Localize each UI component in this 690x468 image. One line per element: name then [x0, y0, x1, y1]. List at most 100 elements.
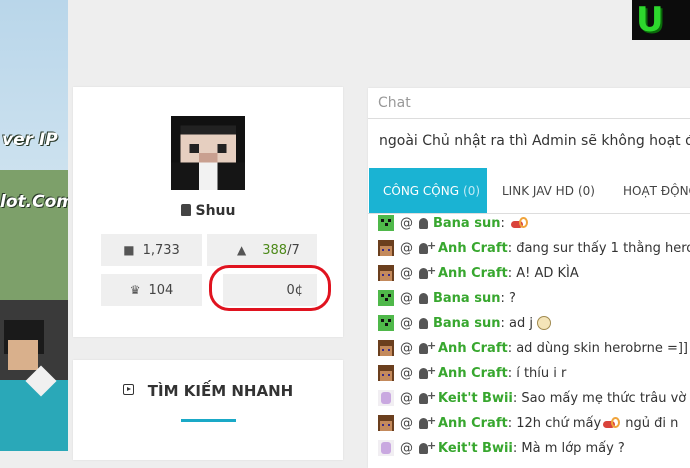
tab-label: CÔNG CỘNG — [383, 183, 460, 198]
likes-total: /7 — [287, 242, 300, 258]
separator: : — [507, 240, 517, 256]
message-text-after: ngủ đi n — [625, 415, 679, 431]
separator: : — [500, 215, 509, 231]
quick-search-title-text: TÌM KIẾM NHANH — [147, 382, 294, 400]
separator: : — [500, 315, 509, 331]
profile-card: Shuu ■ 1,733 ▲ 388/7 ♛ 104 0¢ — [73, 87, 343, 337]
message-author[interactable]: Anh Craft — [438, 266, 508, 281]
mention-icon[interactable]: @ — [400, 441, 413, 456]
likes-value: 388 — [262, 242, 288, 258]
message-author[interactable]: Bana sun — [433, 216, 500, 231]
message-author[interactable]: Anh Craft — [438, 241, 508, 256]
username[interactable]: Shuu — [73, 203, 343, 219]
background-text-domain: lot.Com — [0, 192, 68, 212]
message-avatar[interactable] — [378, 340, 394, 356]
separator: : — [507, 415, 517, 431]
trophy-icon: ♛ — [129, 283, 141, 297]
tab-cong-cong[interactable]: CÔNG CỘNG (0) — [369, 168, 487, 213]
message-text: í thíu i r — [516, 365, 567, 381]
message-avatar[interactable] — [378, 290, 394, 306]
separator: : — [507, 265, 517, 281]
message-author[interactable]: Anh Craft — [438, 366, 508, 381]
red-annotation-circle — [209, 265, 331, 311]
separator: : — [500, 290, 509, 306]
message-text: A! AD KÌA — [516, 265, 579, 281]
title-underline — [181, 419, 236, 422]
user-icon — [419, 292, 428, 304]
messages-count: 1,733 — [142, 242, 180, 258]
chat-input-text: ngoài Chủ nhật ra thì Admin sẽ không hoạ… — [379, 133, 690, 149]
message-avatar[interactable] — [378, 440, 394, 456]
user-plus-icon — [419, 389, 436, 404]
mention-icon[interactable]: @ — [400, 241, 413, 256]
message-avatar[interactable] — [378, 390, 394, 406]
mention-icon[interactable]: @ — [400, 216, 413, 231]
background-image-left: ver IP lot.Com — [0, 0, 68, 451]
mention-icon[interactable]: @ — [400, 341, 413, 356]
message-text: ad j — [509, 315, 533, 331]
message-text: Sao mấy mẹ thức trâu vờ — [521, 390, 687, 406]
message-avatar[interactable] — [378, 265, 394, 281]
mention-icon[interactable]: @ — [400, 266, 413, 281]
tab-count: (0) — [577, 183, 595, 198]
user-icon — [180, 204, 191, 216]
chat-message: @ Anh Craft: í thíu i r — [378, 362, 566, 384]
user-plus-icon — [419, 439, 436, 454]
message-author[interactable]: Bana sun — [433, 316, 500, 331]
stat-trophies[interactable]: ♛ 104 — [101, 274, 202, 306]
user-icon — [419, 217, 428, 229]
chat-card: Chat ngoài Chủ nhật ra thì Admin sẽ khôn… — [368, 88, 690, 468]
play-icon — [122, 384, 134, 395]
message-author[interactable]: Anh Craft — [438, 341, 508, 356]
user-plus-icon — [419, 414, 436, 429]
chat-header-label: Chat — [378, 95, 411, 111]
message-avatar[interactable] — [378, 215, 394, 231]
stat-likes[interactable]: ▲ 388/7 — [207, 234, 317, 266]
message-text: Mà m lớp mấy ? — [521, 440, 625, 456]
stat-messages[interactable]: ■ 1,733 — [101, 234, 202, 266]
logo-text: U — [636, 0, 665, 40]
message-author[interactable]: Keit't Bwii — [438, 391, 513, 406]
message-text: ad dùng skin herobrne =]] — [516, 340, 688, 356]
avatar-image — [171, 116, 245, 190]
tab-hoat-dong[interactable]: HOẠT ĐỘNG — [623, 168, 690, 213]
tab-count: (0) — [463, 183, 481, 198]
user-plus-icon — [419, 339, 436, 354]
chat-input[interactable]: ngoài Chủ nhật ra thì Admin sẽ không hoạ… — [368, 119, 690, 165]
message-avatar[interactable] — [378, 365, 394, 381]
thumbs-up-icon: ▲ — [237, 243, 247, 257]
user-plus-icon — [419, 364, 436, 379]
separator: : — [512, 390, 522, 406]
cake-emoji-icon — [603, 416, 621, 430]
chat-message: @ Keit't Bwii: Sao mấy mẹ thức trâu vờ — [378, 387, 686, 409]
chat-message: @ Anh Craft: 12h chứ mấy ngủ đi n — [378, 412, 678, 434]
mention-icon[interactable]: @ — [400, 291, 413, 306]
message-avatar[interactable] — [378, 415, 394, 431]
tab-label: HOẠT ĐỘNG — [623, 183, 690, 198]
mention-icon[interactable]: @ — [400, 316, 413, 331]
background-text-server-ip: ver IP — [2, 130, 58, 150]
message-author[interactable]: Keit't Bwii — [438, 441, 513, 456]
message-avatar[interactable] — [378, 240, 394, 256]
chat-message: @ Anh Craft: ad dùng skin herobrne =]] — [378, 337, 688, 359]
message-text: đang sur thấy 1 thằng hero — [516, 240, 690, 256]
cake-emoji-icon — [511, 216, 529, 230]
chat-tabs: CÔNG CỘNG(0) LINK JAV HD(0) HOẠT ĐỘNG — [368, 168, 690, 214]
trophy-count: 104 — [148, 282, 174, 298]
chat-message: @ Bana sun: ? — [378, 287, 516, 309]
mention-icon[interactable]: @ — [400, 366, 413, 381]
separator: : — [512, 440, 522, 456]
chat-message: @ Bana sun: ad j — [378, 312, 551, 334]
user-plus-icon — [419, 239, 436, 254]
message-text: ? — [509, 290, 516, 306]
message-author[interactable]: Anh Craft — [438, 416, 508, 431]
message-avatar[interactable] — [378, 315, 394, 331]
username-text: Shuu — [195, 203, 236, 219]
message-author[interactable]: Bana sun — [433, 291, 500, 306]
tab-link-jav-hd[interactable]: LINK JAV HD (0) — [502, 168, 595, 213]
quick-search-card: TÌM KIẾM NHANH — [73, 360, 343, 460]
comment-icon: ■ — [123, 243, 135, 257]
mention-icon[interactable]: @ — [400, 391, 413, 406]
avatar[interactable] — [171, 116, 245, 190]
mention-icon[interactable]: @ — [400, 416, 413, 431]
